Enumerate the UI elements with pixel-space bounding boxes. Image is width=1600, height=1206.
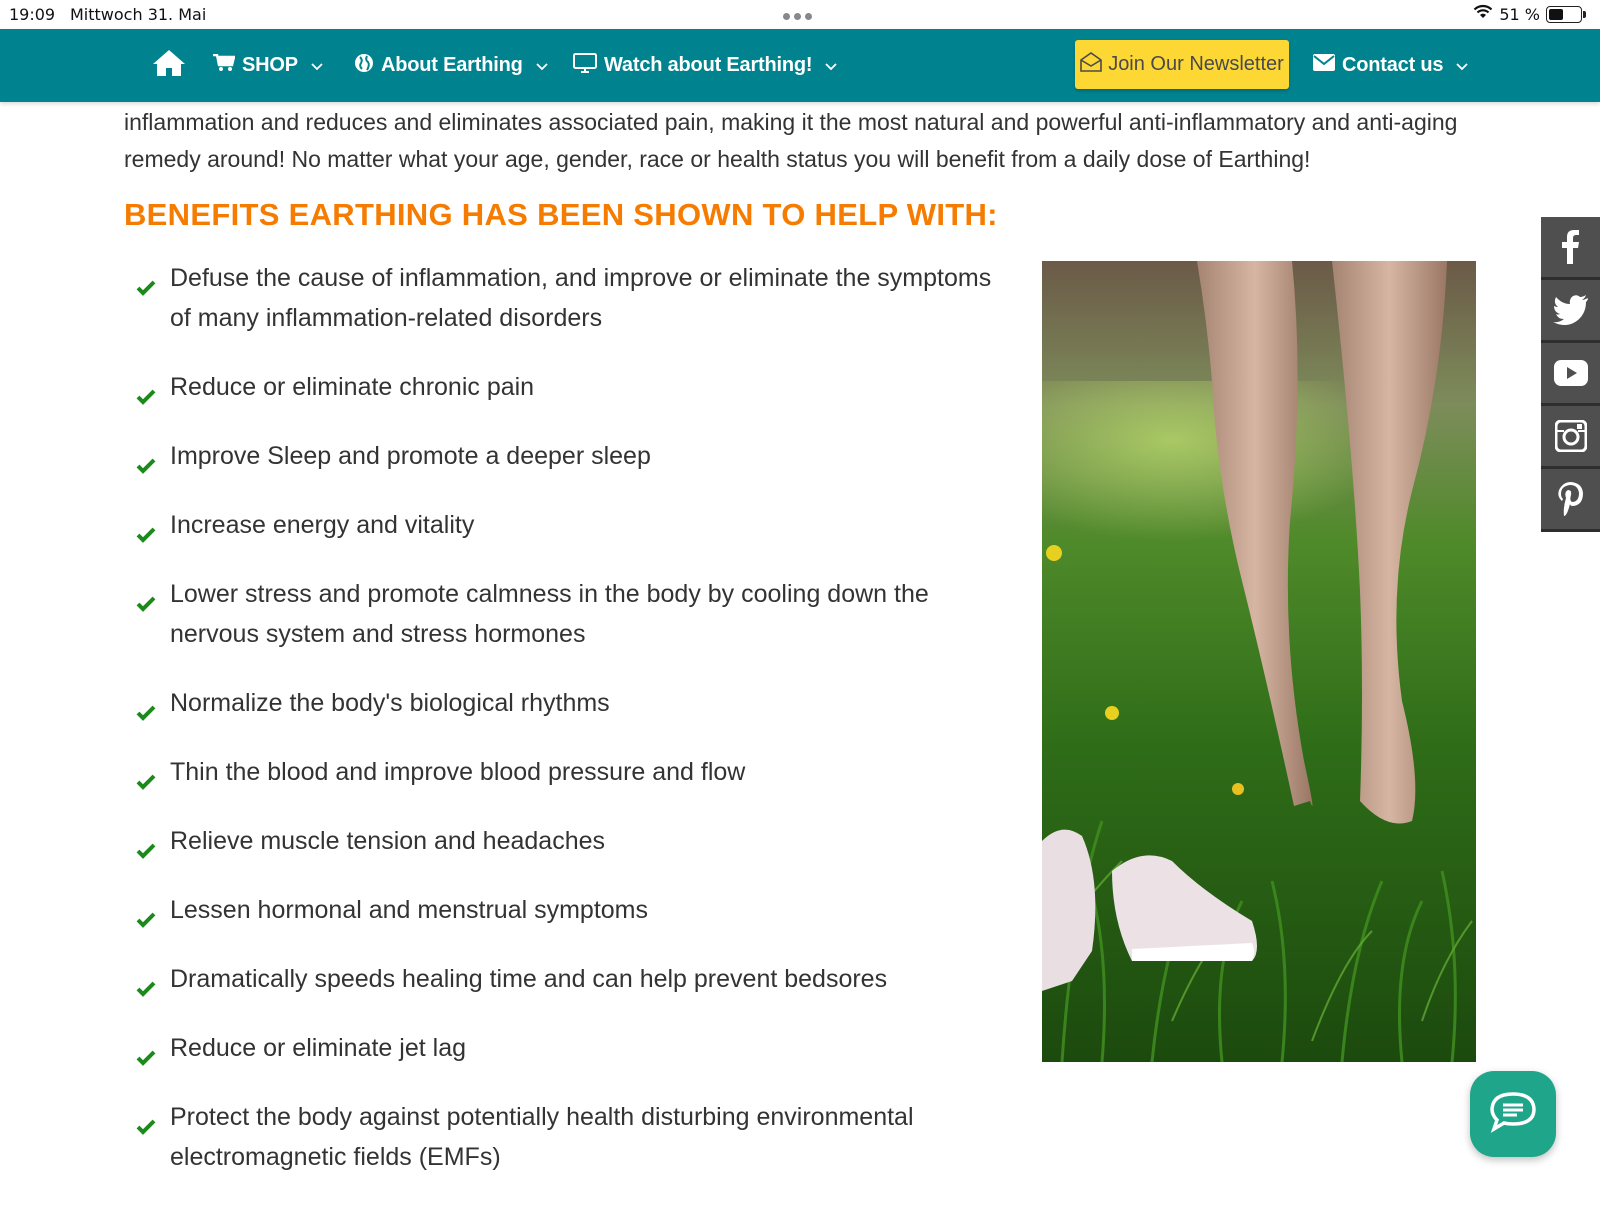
benefit-text: Increase energy and vitality [170, 511, 475, 539]
check-icon [136, 515, 156, 555]
intro-line: inflammation and reduces and eliminates … [124, 109, 1458, 135]
status-date: Mittwoch 31. Mai [70, 5, 207, 24]
benefit-item: Relieve muscle tension and headaches [136, 821, 1036, 861]
benefits-list: Defuse the cause of inflammation, and im… [136, 258, 1036, 1206]
check-icon [136, 446, 156, 486]
nav-contact[interactable]: Contact us [1313, 29, 1468, 102]
battery-icon [1546, 5, 1586, 23]
newsletter-button[interactable]: Join Our Newsletter [1075, 40, 1289, 89]
check-icon [136, 268, 156, 308]
benefit-text: Reduce or eliminate chronic pain [170, 373, 535, 401]
monitor-icon [573, 52, 597, 79]
benefit-text: Improve Sleep and promote a deeper sleep [170, 442, 651, 470]
chat-icon [1489, 1091, 1537, 1138]
check-icon [136, 693, 156, 733]
benefit-text: electromagnetic fields (EMFs) [170, 1143, 501, 1171]
social-sidebar [1541, 217, 1600, 532]
benefit-item: Lower stress and promote calmness in the… [136, 574, 1036, 654]
youtube-icon[interactable] [1541, 343, 1600, 406]
chevron-down-icon [825, 54, 838, 77]
nav-watch-label: Watch about Earthing! [604, 54, 813, 76]
envelope-open-icon [1080, 51, 1102, 78]
benefit-item: Increase energy and vitality [136, 505, 1036, 545]
check-icon [136, 584, 156, 624]
globe-icon [354, 53, 374, 79]
benefit-text: Lessen hormonal and menstrual symptoms [170, 896, 649, 924]
barefoot-grass-photo [1042, 261, 1476, 1062]
benefit-text: Thin the blood and improve blood pressur… [170, 758, 746, 786]
benefit-text: of many inflammation-related disorders [170, 304, 603, 332]
benefit-item: Thin the blood and improve blood pressur… [136, 752, 1036, 792]
benefit-item: Normalize the body's biological rhythms [136, 683, 1036, 723]
benefit-text: Defuse the cause of inflammation, and im… [170, 264, 992, 292]
multitasking-dots-icon[interactable] [783, 13, 812, 20]
nav-about-label: About Earthing [381, 54, 523, 76]
nav-watch[interactable]: Watch about Earthing! [573, 29, 838, 102]
pinterest-icon[interactable] [1541, 469, 1600, 532]
check-icon [136, 762, 156, 802]
benefit-item: Reduce or eliminate chronic pain [136, 367, 1036, 407]
instagram-icon[interactable] [1541, 406, 1600, 469]
nav-shop-label: SHOP [242, 54, 298, 76]
check-icon [136, 1038, 156, 1078]
benefit-text: Normalize the body's biological rhythms [170, 689, 610, 717]
benefit-text: Lower stress and promote calmness in the… [170, 580, 929, 608]
check-icon [136, 969, 156, 1009]
benefit-text: Reduce or eliminate jet lag [170, 1034, 466, 1062]
twitter-icon[interactable] [1541, 280, 1600, 343]
benefit-text: nervous system and stress hormones [170, 620, 586, 648]
chevron-down-icon [1456, 54, 1468, 77]
intro-paragraph: inflammation and reduces and eliminates … [124, 104, 1484, 178]
newsletter-label: Join Our Newsletter [1108, 53, 1284, 75]
check-icon [136, 377, 156, 417]
home-icon [152, 48, 186, 84]
status-bar: 19:09 Mittwoch 31. Mai 51 % [0, 0, 1600, 29]
benefit-text: Relieve muscle tension and headaches [170, 827, 605, 855]
chevron-down-icon [311, 54, 323, 77]
chat-button[interactable] [1470, 1071, 1556, 1157]
benefit-item: Lessen hormonal and menstrual symptoms [136, 890, 1036, 930]
envelope-icon [1313, 54, 1335, 77]
benefit-item: Protect the body against potentially hea… [136, 1097, 1036, 1177]
check-icon [136, 900, 156, 940]
check-icon [136, 831, 156, 871]
check-icon [136, 1107, 156, 1147]
intro-line: remedy around! No matter what your age, … [124, 146, 1311, 172]
benefit-item: Reduce or eliminate jet lag [136, 1028, 1036, 1068]
benefit-item: Defuse the cause of inflammation, and im… [136, 258, 1036, 338]
cart-icon [213, 53, 236, 78]
nav-shop[interactable]: SHOP [213, 29, 323, 102]
nav-about[interactable]: About Earthing [354, 29, 548, 102]
benefit-text: Dramatically speeds healing time and can… [170, 965, 888, 993]
benefits-heading: BENEFITS EARTHING HAS BEEN SHOWN TO HELP… [124, 197, 998, 232]
nav-contact-label: Contact us [1342, 54, 1444, 76]
benefit-item: Dramatically speeds healing time and can… [136, 959, 1036, 999]
benefit-item: Improve Sleep and promote a deeper sleep [136, 436, 1036, 476]
benefit-text: Protect the body against potentially hea… [170, 1103, 914, 1131]
main-nav: SHOP About Earthing Watch about Earthing… [0, 29, 1600, 102]
facebook-icon[interactable] [1541, 217, 1600, 280]
chevron-down-icon [535, 54, 548, 77]
battery-percent: 51 % [1499, 4, 1540, 24]
status-time: 19:09 [9, 5, 56, 24]
home-link[interactable] [152, 29, 186, 102]
wifi-icon [1473, 4, 1493, 24]
